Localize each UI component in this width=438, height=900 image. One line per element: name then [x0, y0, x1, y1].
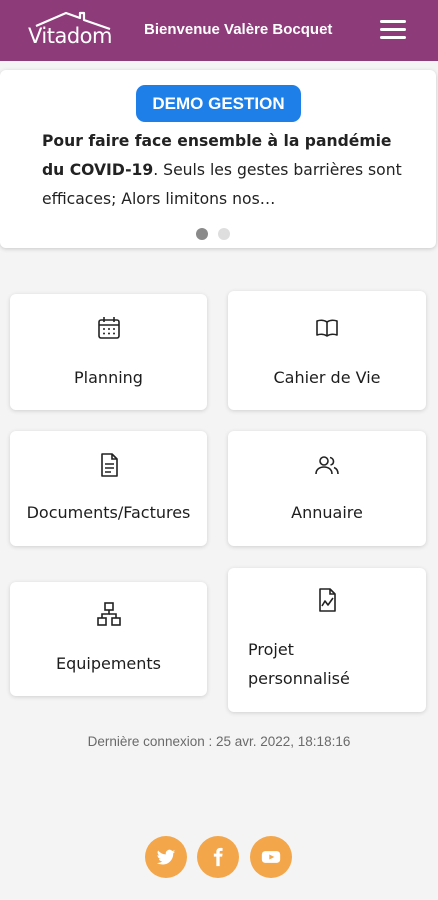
welcome-text: Bienvenue Valère Bocquet: [144, 21, 333, 38]
tile-label: Documents/Factures: [26, 503, 191, 522]
tile-label: Equipements: [55, 654, 162, 673]
tile-label: Planning: [74, 368, 143, 387]
book-icon: [316, 319, 338, 337]
youtube-button[interactable]: [250, 836, 292, 878]
hierarchy-icon: [96, 602, 121, 626]
chart-file-icon: [319, 588, 336, 612]
news-text: Pour faire face ensemble à la pandémie d…: [42, 127, 402, 214]
tile-label: Cahier de Vie: [273, 368, 381, 387]
twitter-icon: [156, 849, 176, 865]
twitter-button[interactable]: [145, 836, 187, 878]
facebook-icon: [213, 847, 223, 867]
users-icon: [315, 456, 339, 475]
tile-cahier-de-vie[interactable]: Cahier de Vie: [228, 291, 426, 410]
logo-text: Vitadom: [28, 24, 112, 48]
last-login-text: Dernière connexion : 25 avr. 2022, 18:18…: [87, 734, 351, 749]
tile-projet-personnalise[interactable]: Projet personnalisé: [228, 568, 426, 712]
calendar-icon: [97, 317, 120, 339]
carousel-dot-2[interactable]: [218, 228, 230, 240]
tile-documents-factures[interactable]: Documents/Factures: [10, 431, 207, 546]
carousel-dot-1[interactable]: [196, 228, 208, 240]
vitadom-logo[interactable]: Vitadom: [28, 10, 118, 52]
app-header: Vitadom Bienvenue Valère Bocquet: [0, 0, 438, 61]
tile-annuaire[interactable]: Annuaire: [228, 431, 426, 546]
facebook-button[interactable]: [197, 836, 239, 878]
news-carousel[interactable]: DEMO GESTION Pour faire face ensemble à …: [0, 70, 436, 248]
tile-equipements[interactable]: Equipements: [10, 582, 207, 696]
tile-label: Annuaire: [291, 503, 363, 522]
hamburger-menu-icon[interactable]: [378, 18, 408, 42]
youtube-icon: [261, 851, 281, 863]
document-icon: [100, 453, 118, 477]
demo-badge: DEMO GESTION: [136, 85, 301, 122]
tile-label: Projet personnalisé: [248, 640, 350, 688]
tile-planning[interactable]: Planning: [10, 294, 207, 410]
